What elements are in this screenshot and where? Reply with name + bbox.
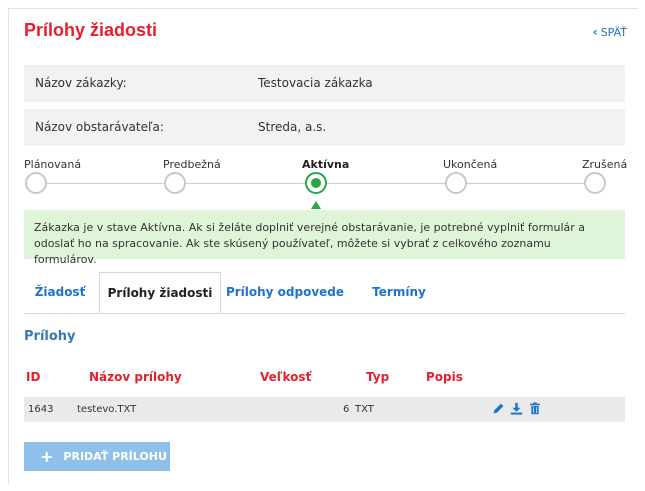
download-icon[interactable]: [510, 402, 523, 418]
trash-icon[interactable]: [529, 402, 541, 418]
step-label-active: Aktívna: [302, 158, 350, 171]
info-value: Streda, a.s.: [258, 120, 327, 134]
step-label-preliminary: Predbežná: [163, 158, 221, 171]
cell-id: 1643: [28, 404, 54, 415]
info-value: Testovacia zákazka: [258, 76, 373, 90]
add-attachment-button[interactable]: + PRIDAŤ PRÍLOHU: [24, 442, 170, 471]
step-label-finished: Ukončená: [443, 158, 498, 171]
step-circle-planned: [25, 172, 47, 194]
info-row-contractor: Názov obstarávateľa: Streda, a.s.: [24, 109, 625, 146]
step-circle-finished: [445, 172, 467, 194]
step-label-cancelled: Zrušená: [582, 158, 628, 171]
column-header-description: Popis: [426, 370, 463, 384]
back-label: SPÄŤ: [600, 25, 627, 39]
info-row-contract: Názov zákazky: Testovacia zákazka: [24, 65, 625, 102]
cell-type: TXT: [355, 404, 374, 415]
column-header-size: Veľkosť: [260, 370, 312, 384]
column-header-type: Typ: [366, 370, 390, 384]
tab-request-attachments[interactable]: Prílohy žiadosti: [99, 272, 221, 313]
plus-icon: +: [40, 447, 54, 466]
step-label-planned: Plánovaná: [24, 158, 82, 171]
tab-deadlines[interactable]: Termíny: [364, 272, 434, 313]
step-circle-active: [305, 172, 327, 194]
info-label: Názov obstarávateľa:: [35, 120, 164, 134]
pencil-icon[interactable]: [492, 402, 505, 418]
step-circle-preliminary: [164, 172, 186, 194]
add-attachment-label: PRIDAŤ PRÍLOHU: [63, 450, 167, 463]
section-title: Prílohy: [24, 329, 76, 344]
cell-name: testevo.TXT: [77, 404, 137, 415]
info-label: Názov zákazky:: [35, 76, 127, 90]
column-header-id: ID: [26, 370, 41, 384]
tab-response-attachments[interactable]: Prílohy odpovede: [225, 272, 345, 313]
step-circle-cancelled: [584, 172, 606, 194]
page-title: Prílohy žiadosti: [24, 20, 158, 40]
back-link[interactable]: ‹ SPÄŤ: [593, 25, 627, 39]
cell-size: 6: [343, 404, 350, 415]
table-row: 1643 testevo.TXT 6 TXT: [24, 397, 625, 422]
status-notice: Zákazka je v stave Aktívna. Ak si želáte…: [24, 210, 625, 266]
chevron-left-icon: ‹: [592, 25, 598, 39]
tabs-bar: Žiadosť Prílohy žiadosti Prílohy odpoved…: [24, 272, 625, 314]
tab-request[interactable]: Žiadosť: [24, 272, 96, 313]
active-step-pointer: [311, 201, 321, 209]
column-header-name: Názov prílohy: [89, 370, 182, 384]
